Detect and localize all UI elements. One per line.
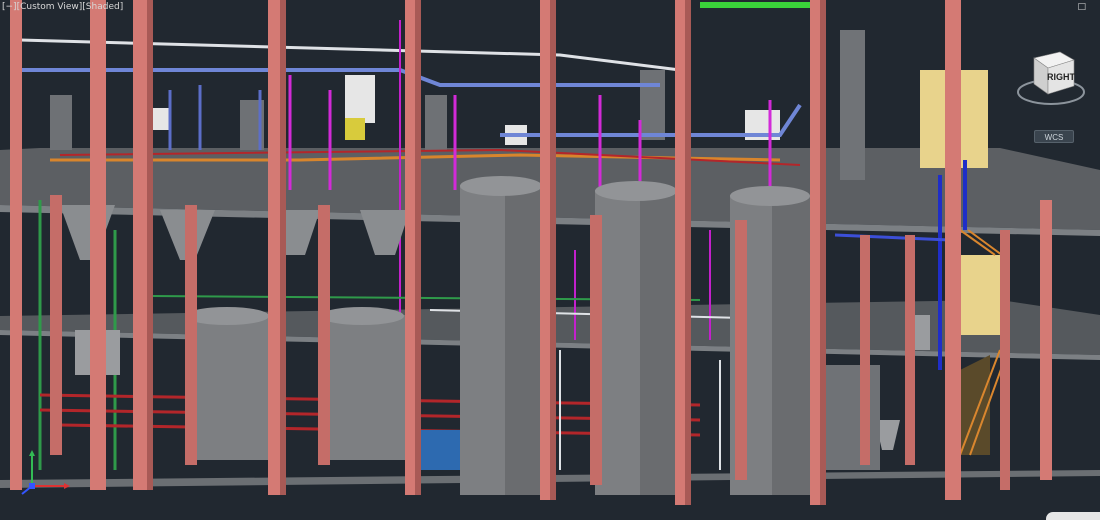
column	[185, 205, 197, 465]
column-shade	[820, 0, 826, 505]
column	[318, 205, 330, 465]
model-viewport[interactable]: [−][Custom View][Shaded] □ RIGHT WCS	[0, 0, 1100, 520]
wall-panel	[825, 365, 880, 470]
column	[50, 195, 62, 455]
column	[735, 220, 747, 480]
vessel	[840, 30, 865, 180]
plant-3d-model[interactable]	[0, 0, 1100, 520]
status-tab[interactable]	[1046, 512, 1100, 520]
stair-handrail	[959, 229, 1003, 256]
vessel	[425, 95, 447, 150]
storage-tank	[320, 315, 405, 460]
storage-tank-top	[595, 181, 677, 201]
vessel	[345, 75, 375, 123]
column	[10, 0, 22, 490]
window-restore-icon[interactable]: □	[1077, 2, 1086, 12]
column	[905, 235, 915, 465]
column	[1000, 230, 1010, 490]
column	[90, 0, 106, 490]
column-shade	[147, 0, 153, 490]
storage-tank-top	[730, 186, 810, 206]
viewport-label[interactable]: [−][Custom View][Shaded]	[2, 2, 123, 12]
column-shade	[550, 0, 556, 500]
hopper	[360, 210, 410, 255]
vessel	[960, 255, 1005, 335]
pipe-blue	[834, 233, 951, 242]
column	[860, 235, 870, 465]
storage-tank-shade	[640, 190, 677, 495]
storage-tank-top	[460, 176, 542, 196]
water-tank	[420, 430, 460, 470]
ucs-axis-icon	[21, 450, 70, 495]
pipe-blue	[20, 68, 660, 87]
storage-tank-shade	[505, 185, 542, 495]
column-shade	[415, 0, 421, 495]
vessel	[345, 118, 365, 140]
column	[945, 0, 961, 500]
storage-tank-top	[185, 307, 269, 325]
column	[1040, 200, 1052, 480]
vessel	[50, 95, 72, 150]
viewcube-face-label: RIGHT	[1047, 72, 1076, 82]
column-shade	[280, 0, 286, 495]
pipe-white	[19, 38, 681, 72]
vessel	[640, 70, 665, 140]
viewcube-icon[interactable]: RIGHT	[1016, 44, 1086, 114]
column-shade	[685, 0, 691, 505]
storage-tank	[185, 315, 270, 460]
storage-tank-top	[320, 307, 404, 325]
storage-tank-shade	[772, 195, 810, 495]
column	[590, 215, 602, 485]
hopper	[60, 205, 115, 260]
wcs-menu-button[interactable]: WCS	[1034, 130, 1074, 143]
